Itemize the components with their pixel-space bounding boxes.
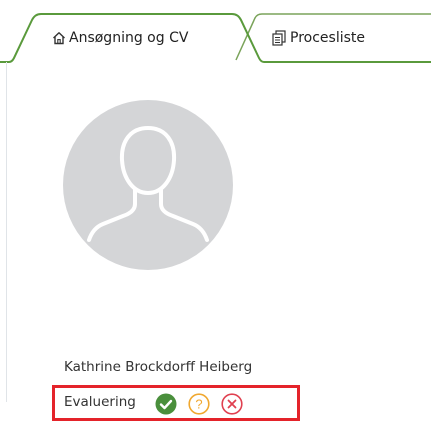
documents-icon	[271, 30, 287, 46]
avatar	[63, 100, 233, 270]
evaluation-panel: Evaluering ?	[52, 385, 300, 421]
application-page: Ansøgning og CV Procesliste Kathrine Bro…	[0, 0, 431, 428]
tab-label: Procesliste	[290, 30, 365, 46]
approve-button[interactable]	[155, 393, 177, 415]
tab-label: Ansøgning og CV	[69, 30, 189, 46]
tab-procesliste[interactable]: Procesliste	[271, 22, 365, 54]
maybe-button[interactable]: ?	[188, 393, 210, 415]
question-icon: ?	[195, 397, 202, 412]
home-icon	[52, 31, 66, 45]
tab-ansoegning-og-cv[interactable]: Ansøgning og CV	[52, 22, 188, 54]
evaluation-label: Evaluering	[64, 394, 136, 410]
candidate-name: Kathrine Brockdorff Heiberg	[64, 359, 253, 375]
panel-divider	[6, 62, 7, 402]
reject-button[interactable]	[221, 393, 243, 415]
